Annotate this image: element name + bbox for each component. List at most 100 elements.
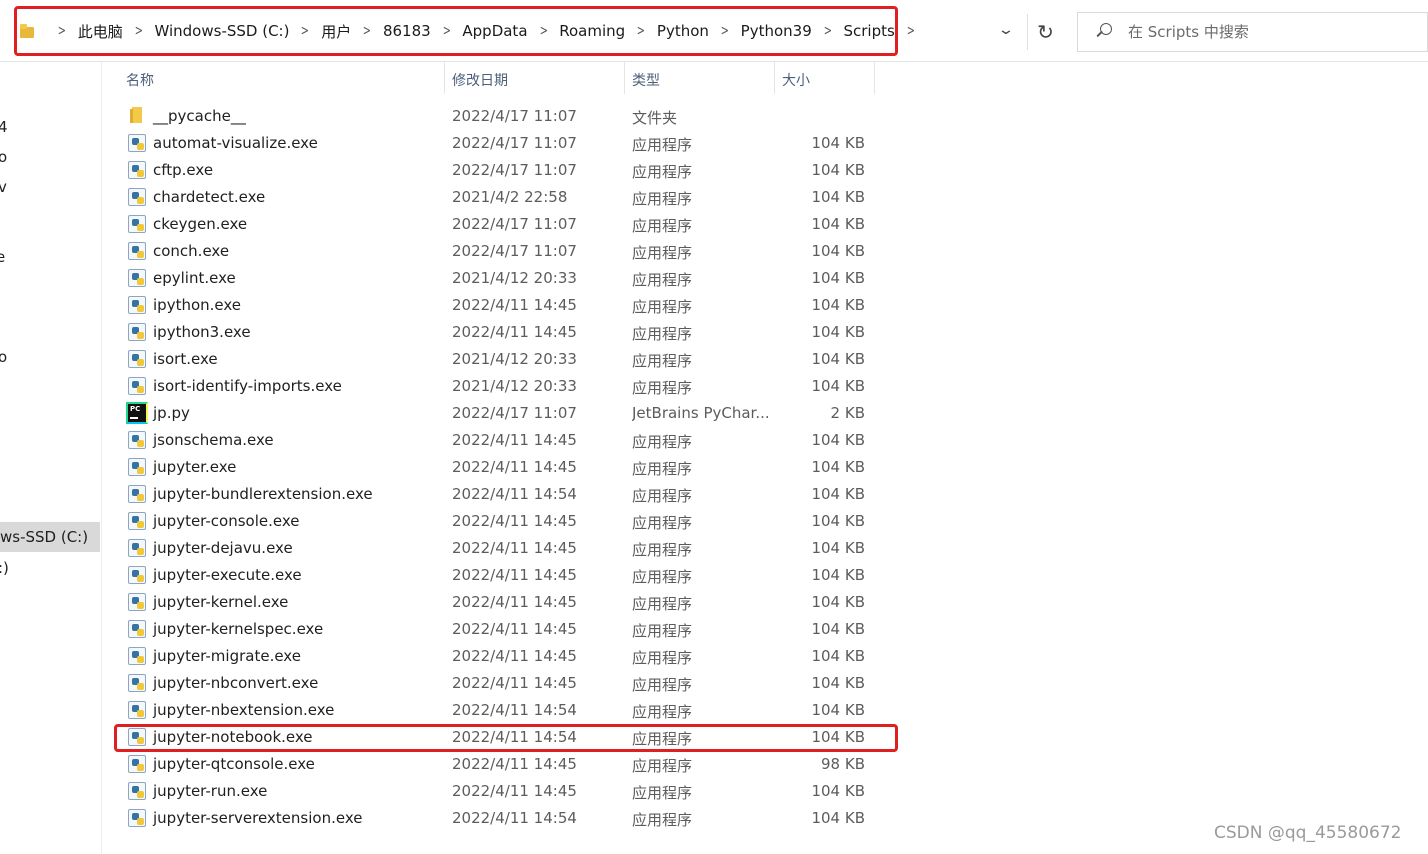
table-row[interactable]: chardetect.exe 2021/4/2 22:58 应用程序 104 KB: [102, 184, 902, 211]
file-date: 2021/4/12 20:33: [452, 269, 577, 287]
column-header-name[interactable]: 名称: [126, 70, 154, 90]
nav-item[interactable]: e: [0, 248, 5, 266]
search-input[interactable]: [1128, 23, 1408, 41]
column-divider[interactable]: [774, 62, 775, 94]
file-name: jp.py: [153, 404, 190, 422]
file-name: jupyter-console.exe: [153, 512, 300, 530]
python-exe-icon: [128, 269, 146, 287]
nav-item-drive-c[interactable]: ws-SSD (C:): [0, 528, 88, 546]
file-name: conch.exe: [153, 242, 230, 260]
file-type: 应用程序: [632, 244, 693, 262]
highlight-box-address: [14, 6, 898, 56]
table-row[interactable]: ipython3.exe 2022/4/11 14:45 应用程序 104 KB: [102, 319, 902, 346]
table-row[interactable]: jupyter.exe 2022/4/11 14:45 应用程序 104 KB: [102, 454, 902, 481]
file-size: 104 KB: [811, 485, 865, 503]
pycharm-icon: [126, 402, 148, 424]
file-size: 104 KB: [811, 323, 865, 341]
file-name: jupyter-bundlerextension.exe: [153, 485, 373, 503]
table-row[interactable]: jupyter-run.exe 2022/4/11 14:45 应用程序 104 KB: [102, 778, 902, 805]
nav-item[interactable]: o: [0, 148, 7, 166]
nav-item[interactable]: 4: [0, 118, 8, 136]
file-size: 104 KB: [811, 161, 865, 179]
python-exe-icon: [128, 512, 146, 530]
file-size: 104 KB: [811, 296, 865, 314]
nav-item[interactable]: :): [0, 559, 9, 577]
table-row[interactable]: conch.exe 2022/4/17 11:07 应用程序 104 KB: [102, 238, 902, 265]
file-type: 应用程序: [632, 163, 693, 181]
file-date: 2021/4/2 22:58: [452, 188, 568, 206]
table-row[interactable]: jsonschema.exe 2022/4/11 14:45 应用程序 104 KB: [102, 427, 902, 454]
file-type: 应用程序: [632, 568, 693, 586]
table-row[interactable]: jupyter-serverextension.exe 2022/4/11 14:…: [102, 805, 902, 832]
column-header-size[interactable]: 大小: [782, 70, 810, 90]
file-date: 2022/4/11 14:45: [452, 647, 577, 665]
file-size: 104 KB: [811, 782, 865, 800]
watermark: CSDN @qq_45580672: [1214, 823, 1402, 843]
refresh-icon[interactable]: ↻: [1027, 14, 1063, 50]
file-date: 2022/4/11 14:45: [452, 566, 577, 584]
python-exe-icon: [128, 782, 146, 800]
table-row[interactable]: jupyter-kernel.exe 2022/4/11 14:45 应用程序 104…: [102, 589, 902, 616]
table-row[interactable]: jupyter-kernelspec.exe 2022/4/11 14:45 应用程…: [102, 616, 902, 643]
file-name: jupyter-execute.exe: [153, 566, 302, 584]
table-row[interactable]: jp.py 2022/4/17 11:07 JetBrains PyChar... 2…: [102, 400, 902, 427]
file-size: 104 KB: [811, 134, 865, 152]
file-date: 2022/4/11 14:54: [452, 701, 577, 719]
table-row[interactable]: automat-visualize.exe 2022/4/17 11:07 应用程序…: [102, 130, 902, 157]
file-name: jupyter-kernelspec.exe: [153, 620, 324, 638]
chevron-down-icon[interactable]: ⌄: [997, 22, 1015, 38]
table-row[interactable]: jupyter-qtconsole.exe 2022/4/11 14:45 应用程序…: [102, 751, 902, 778]
file-type: 应用程序: [632, 514, 693, 532]
search-box[interactable]: [1077, 12, 1428, 52]
column-header-type[interactable]: 类型: [632, 70, 660, 90]
file-type: 应用程序: [632, 136, 693, 154]
python-exe-icon: [128, 566, 146, 584]
file-type: JetBrains PyChar...: [632, 404, 770, 422]
file-date: 2022/4/11 14:45: [452, 674, 577, 692]
column-divider[interactable]: [624, 62, 625, 94]
table-row[interactable]: isort-identify-imports.exe 2021/4/12 20:3…: [102, 373, 902, 400]
file-type: 应用程序: [632, 595, 693, 613]
python-exe-icon: [128, 485, 146, 503]
table-row[interactable]: jupyter-bundlerextension.exe 2022/4/11 14…: [102, 481, 902, 508]
nav-item[interactable]: o: [0, 348, 7, 366]
python-exe-icon: [128, 161, 146, 179]
nav-item[interactable]: v: [0, 178, 7, 196]
column-divider[interactable]: [444, 62, 445, 94]
chevron-right-icon[interactable]: >: [907, 23, 915, 39]
column-divider[interactable]: [874, 62, 875, 94]
sort-ascending-icon: ^: [273, 62, 287, 69]
file-size: 104 KB: [811, 215, 865, 233]
table-row[interactable]: jupyter-dejavu.exe 2022/4/11 14:45 应用程序 104…: [102, 535, 902, 562]
file-date: 2022/4/11 14:45: [452, 296, 577, 314]
table-row[interactable]: jupyter-nbconvert.exe 2022/4/11 14:45 应用程序…: [102, 670, 902, 697]
file-name: jupyter-qtconsole.exe: [153, 755, 315, 773]
file-name: ckeygen.exe: [153, 215, 248, 233]
table-row[interactable]: ckeygen.exe 2022/4/17 11:07 应用程序 104 KB: [102, 211, 902, 238]
file-type: 应用程序: [632, 271, 693, 289]
table-row[interactable]: cftp.exe 2022/4/17 11:07 应用程序 104 KB: [102, 157, 902, 184]
table-row[interactable]: ipython.exe 2022/4/11 14:45 应用程序 104 KB: [102, 292, 902, 319]
python-exe-icon: [128, 350, 146, 368]
table-row[interactable]: jupyter-nbextension.exe 2022/4/11 14:54 应用…: [102, 697, 902, 724]
file-date: 2022/4/11 14:45: [452, 755, 577, 773]
file-date: 2022/4/17 11:07: [452, 107, 577, 125]
column-header-date[interactable]: 修改日期: [452, 70, 508, 90]
file-date: 2022/4/11 14:45: [452, 782, 577, 800]
file-type: 应用程序: [632, 811, 693, 829]
table-row[interactable]: jupyter-execute.exe 2022/4/11 14:45 应用程序 10…: [102, 562, 902, 589]
table-row[interactable]: epylint.exe 2021/4/12 20:33 应用程序 104 KB: [102, 265, 902, 292]
table-row[interactable]: jupyter-console.exe 2022/4/11 14:45 应用程序 10…: [102, 508, 902, 535]
file-name: isort-identify-imports.exe: [153, 377, 342, 395]
file-date: 2022/4/11 14:45: [452, 620, 577, 638]
file-date: 2022/4/17 11:07: [452, 242, 577, 260]
python-exe-icon: [128, 701, 146, 719]
column-headers: ^ 名称 修改日期 类型 大小: [102, 62, 882, 94]
file-size: 104 KB: [811, 620, 865, 638]
table-row[interactable]: __pycache__ 2022/4/17 11:07 文件夹: [102, 103, 902, 130]
table-row[interactable]: jupyter-migrate.exe 2022/4/11 14:45 应用程序 10…: [102, 643, 902, 670]
file-size: 104 KB: [811, 431, 865, 449]
file-type: 应用程序: [632, 757, 693, 775]
python-exe-icon: [128, 323, 146, 341]
table-row[interactable]: isort.exe 2021/4/12 20:33 应用程序 104 KB: [102, 346, 902, 373]
